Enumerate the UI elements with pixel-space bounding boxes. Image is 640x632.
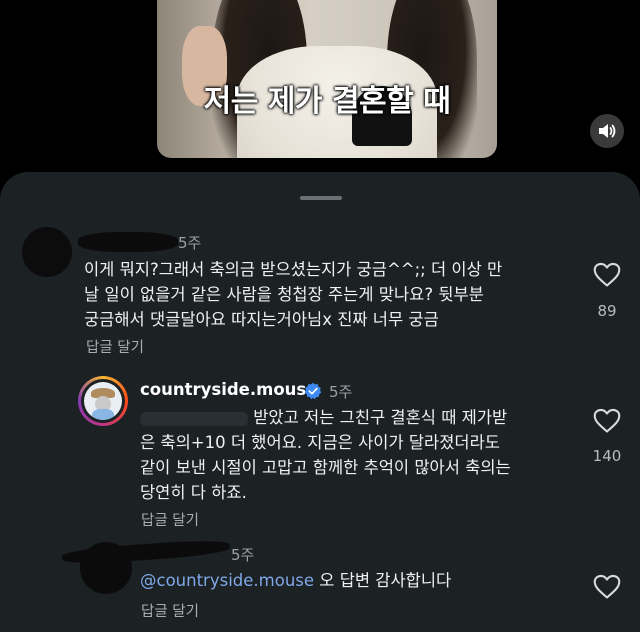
redacted-username [78,232,178,252]
sound-toggle-button[interactable] [590,114,624,148]
comment-text-line: 이게 뭐지?그래서 축의금 받으셨는지가 궁금^^;; 더 이상 만 [84,260,503,279]
comment-text-line: 받았고 저는 그친구 결혼식 때 제가받 [140,405,580,430]
like-count: 140 [592,447,622,465]
video-thumbnail[interactable]: 저는 제가 결혼할 때 [157,0,497,158]
verified-badge-icon [304,382,322,400]
comment-time: 5주 [178,234,202,252]
redacted-mention [140,411,248,426]
video-area: 저는 제가 결혼할 때 [0,0,640,172]
comment-text-line: 은 축의+10 더 했어요. 지금은 사이가 달라졌더라도 [140,433,500,452]
comment-time: 5주 [329,383,353,401]
comments-sheet: 5주 이게 뭐지?그래서 축의금 받으셨는지가 궁금^^;; 더 이상 만 날 … [0,172,640,632]
heart-icon[interactable] [593,574,621,600]
comment-item: 5주 이게 뭐지?그래서 축의금 받으셨는지가 궁금^^;; 더 이상 만 날 … [0,172,640,372]
countryside-mouse-avatar[interactable] [78,376,128,426]
reply-button[interactable]: 답글 달기 [86,336,144,357]
comment-text-line: 당연히 다 하죠. [140,483,247,502]
comment-text-line: 궁금해서 댓글달아요 따지는거아님x 진짜 너무 궁금 [84,310,439,329]
heart-icon[interactable] [593,408,621,434]
reply-comment-item: countryside.mouse 5주 받았고 저는 그친구 결혼식 때 제가… [0,372,640,542]
commenter-avatar[interactable] [22,227,72,277]
comment-text-line: 같이 보낸 시절이 고맙고 함께한 추억이 많아서 축의는 [140,458,511,477]
comment-text-fragment: 오 답변 감사합니다 [314,571,452,590]
comment-text: 이게 뭐지?그래서 축의금 받으셨는지가 궁금^^;; 더 이상 만 날 일이 … [84,257,584,332]
redacted-username [61,538,231,566]
comment-time: 5주 [231,546,255,564]
comment-username[interactable]: countryside.mouse [140,380,317,399]
reply-button[interactable]: 답글 달기 [141,509,199,530]
like-count: 89 [597,302,617,320]
video-caption: 저는 제가 결혼할 때 [203,84,451,119]
reply-button[interactable]: 답글 달기 [141,600,199,621]
comment-text-fragment: 받았고 저는 그친구 결혼식 때 제가받 [253,408,508,427]
comment-text-line: 날 일이 없을거 같은 사람을 청첩장 주는게 맞나요? 뒷부분 [84,285,484,304]
speaker-icon [599,124,616,138]
reply-comment-item: 5주 @countryside.mouse 오 답변 감사합니다 답글 달기 [0,538,640,632]
heart-icon[interactable] [593,262,621,288]
reply-text: @countryside.mouse 오 답변 감사합니다 [140,568,580,593]
mention-link[interactable]: @countryside.mouse [140,571,314,590]
reply-text: 받았고 저는 그친구 결혼식 때 제가받 은 축의+10 더 했어요. 지금은 … [140,405,580,505]
